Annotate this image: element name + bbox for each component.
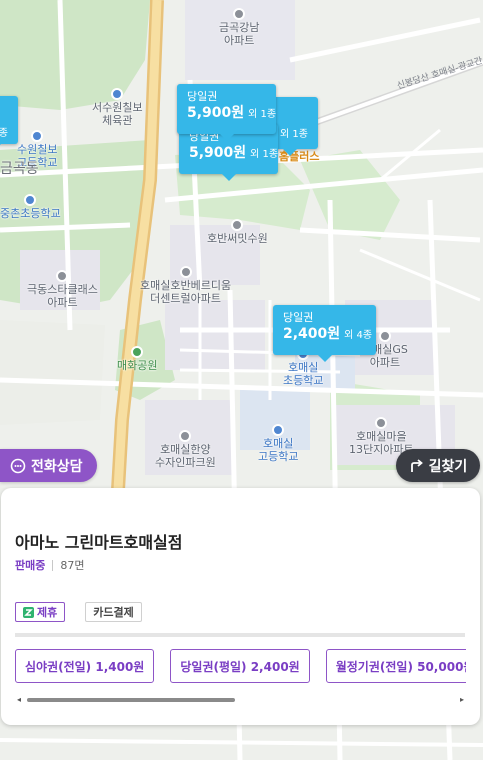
marker-extra: 외 1종 — [250, 149, 279, 160]
poi-label: 서수원칠보 체육관 — [92, 101, 143, 127]
apartment-icon — [375, 417, 388, 429]
phone-consult-button[interactable]: 전화상담 — [0, 449, 97, 482]
marker-extra: 종 — [0, 128, 8, 139]
poi-label: 호매실 초등학교 — [283, 361, 324, 387]
marker-title: 당일권 — [187, 90, 218, 103]
tag-label: 카드결제 — [93, 606, 134, 619]
marker-price: 2,400원 — [283, 326, 341, 342]
poi-label: 매화공원 — [117, 359, 158, 372]
parking-lot-name: 아마노 그린마트호매실점 — [15, 533, 183, 552]
apartment-icon — [179, 430, 192, 442]
sale-status: 판매중 — [15, 559, 46, 572]
apartment-icon — [56, 270, 69, 282]
school-icon — [24, 194, 37, 206]
partner-z-icon — [23, 606, 34, 618]
poi-label: 중촌초등학교 — [0, 207, 61, 220]
parking-detail-sheet: 아마노 그린마트호매실점 판매중 87면 제휴 카드결제 심야권(전일) 1,4… — [1, 488, 480, 725]
scroll-thumb[interactable] — [27, 698, 235, 702]
marker-title: 당일권 — [283, 311, 314, 324]
poi-homaesil-high[interactable]: 호매실 고등학교 — [258, 424, 298, 463]
directions-button[interactable]: 길찾기 — [396, 449, 480, 482]
school-icon — [272, 424, 285, 436]
parking-marker-4[interactable]: 당일권 2,400원 외 4종 — [273, 305, 376, 362]
turn-right-arrow-icon — [410, 459, 423, 472]
poi-seosuwon-chilbo[interactable]: 서수원칠보 체육관 — [92, 88, 143, 127]
section-divider — [15, 633, 465, 637]
parking-marker-offscreen[interactable]: 종 — [0, 96, 18, 151]
marker-price: 5,900원 — [187, 105, 245, 121]
poi-geukdong-starclass[interactable]: 극동스타클래스 아파트 — [27, 270, 98, 309]
chat-phone-icon — [10, 458, 26, 473]
divider — [52, 559, 54, 571]
district-label: 금곡동 — [0, 161, 39, 177]
poi-jungchon-elem[interactable]: 중촌초등학교 — [0, 194, 61, 220]
poi-geumgok-gangnam[interactable]: 금곡강남 아파트 — [219, 8, 259, 47]
parking-marker-1[interactable]: 당일권 5,900원 외 1종 — [177, 84, 277, 141]
poi-hanyang-park[interactable]: 호매실한양 수자인파크원 — [155, 430, 216, 469]
poi-label: 금곡강남 아파트 — [219, 21, 260, 47]
apartment-icon — [233, 8, 246, 20]
route-label: 길찾기 — [428, 458, 468, 475]
tag-card-payment: 카드결제 — [85, 602, 142, 622]
ticket-list[interactable]: 심야권(전일) 1,400원 당일권(평일) 2,400원 월정기권(전일) 50,… — [15, 649, 466, 685]
district-geumgok-dong: 금곡동 — [0, 161, 39, 177]
parking-status-row: 판매중 87면 — [15, 557, 85, 573]
poi-label: 호매실호반베르디움 더센트럴아파트 — [140, 279, 232, 305]
ticket-option-monthly[interactable]: 월정기권(전일) 50,000원 — [325, 649, 466, 683]
apartment-icon — [378, 330, 391, 342]
poi-hoban-berdium[interactable]: 호매실호반베르디움 더센트럴아파트 — [140, 266, 231, 305]
park-icon — [131, 346, 144, 358]
poi-label: 호매실 고등학교 — [258, 437, 299, 463]
consult-label: 전화상담 — [31, 458, 83, 475]
poi-label: 호매실한양 수자인파크원 — [155, 443, 216, 469]
school-icon — [31, 130, 44, 142]
marker-price: 5,900원 — [189, 145, 247, 161]
poi-maehwa-park[interactable]: 매화공원 — [117, 346, 157, 372]
building-icon — [111, 88, 124, 100]
ticket-option-day[interactable]: 당일권(평일) 2,400원 — [170, 649, 310, 683]
apartment-icon — [179, 266, 192, 278]
apartment-icon — [231, 219, 244, 231]
scroll-right-icon[interactable]: ▸ — [458, 696, 466, 704]
horizontal-scrollbar[interactable]: ◂ ▸ — [15, 696, 466, 704]
marker-extra: 외 1종 — [280, 129, 308, 140]
feature-tags: 제휴 카드결제 — [15, 602, 142, 622]
marker-extra: 외 4종 — [344, 330, 373, 341]
scroll-left-icon[interactable]: ◂ — [15, 696, 23, 704]
poi-label: 호반써밋수원 — [207, 232, 268, 245]
poi-hoban-sseomit[interactable]: 호반써밋수원 — [207, 219, 268, 245]
tag-partner: 제휴 — [15, 602, 66, 622]
marker-extra: 외 1종 — [248, 109, 277, 120]
tag-label: 제휴 — [37, 606, 58, 619]
space-count: 87면 — [60, 559, 85, 572]
poi-label: 극동스타클래스 아파트 — [27, 283, 98, 309]
ticket-option-night[interactable]: 심야권(전일) 1,400원 — [15, 649, 155, 683]
